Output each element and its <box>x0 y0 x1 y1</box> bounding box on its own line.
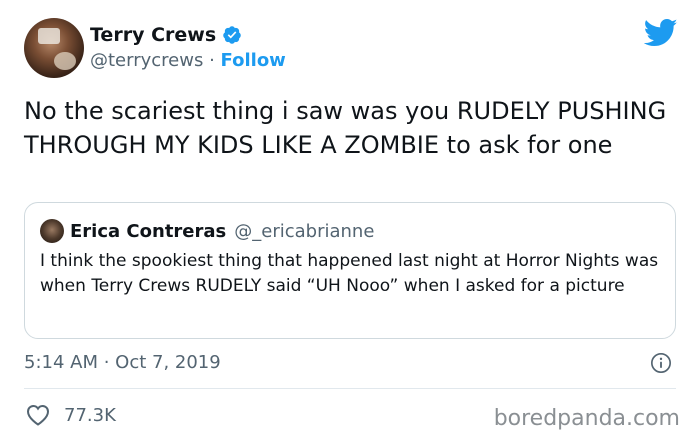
quoted-tweet-text: I think the spookiest thing that happene… <box>40 251 659 296</box>
tweet-text: No the scariest thing i saw was you RUDE… <box>24 97 667 159</box>
author-display-name[interactable]: Terry Crews <box>90 24 216 46</box>
separator-dot: · <box>209 50 215 71</box>
author-handle-row: @terrycrews · Follow <box>90 50 286 71</box>
heart-icon[interactable] <box>26 404 50 426</box>
author-avatar[interactable] <box>24 18 84 78</box>
quoted-tweet-header: Erica Contreras @_ericabrianne <box>40 219 374 243</box>
like-count: 77.3K <box>64 404 116 426</box>
author-name-row: Terry Crews <box>90 24 242 46</box>
verified-badge-icon <box>223 26 241 44</box>
quoted-tweet[interactable]: Erica Contreras @_ericabrianne I think t… <box>24 202 676 339</box>
info-icon[interactable] <box>650 352 672 374</box>
quoted-author-name: Erica Contreras <box>70 220 227 242</box>
divider <box>24 388 676 389</box>
quoted-author-handle: @_ericabrianne <box>234 220 375 242</box>
watermark: boredpanda.com <box>493 406 680 431</box>
tweet-timestamp[interactable]: 5:14 AM · Oct 7, 2019 <box>24 352 221 373</box>
quoted-author-avatar <box>40 219 64 243</box>
like-action[interactable]: 77.3K <box>26 404 116 426</box>
author-handle[interactable]: @terrycrews <box>90 50 203 71</box>
twitter-bird-icon[interactable] <box>644 18 678 48</box>
follow-link[interactable]: Follow <box>221 50 286 71</box>
